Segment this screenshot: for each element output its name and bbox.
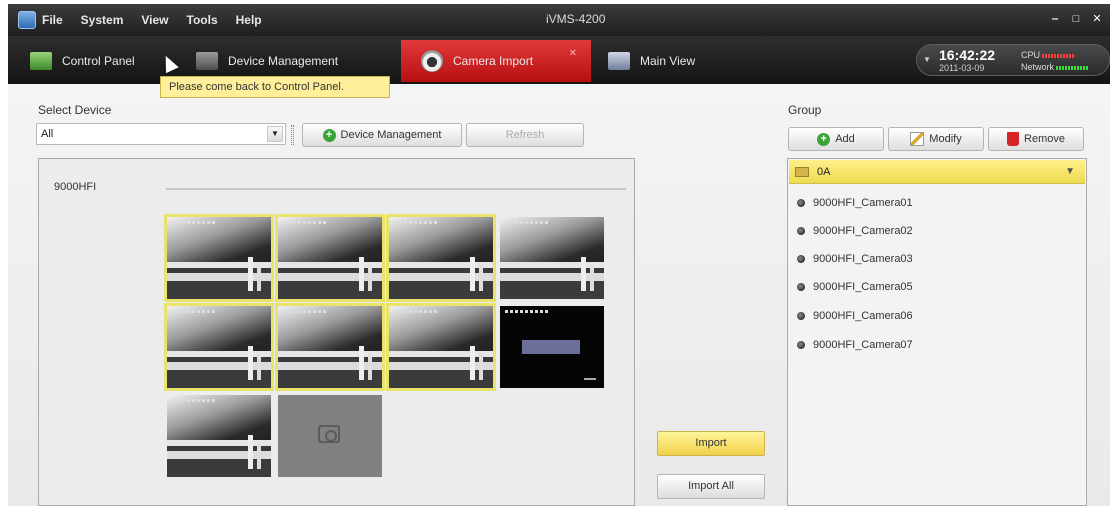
toolbar-separator [291,125,294,145]
camera-thumbnail[interactable] [167,395,271,477]
network-meter: Network [1021,62,1089,72]
cpu-meter: CPU [1021,50,1075,60]
menu-system[interactable]: System [81,13,124,27]
tab-label: Camera Import [453,54,534,68]
tab-label: Device Management [228,54,339,68]
chevron-down-icon[interactable]: ▼ [267,126,283,142]
menu-view[interactable]: View [141,13,168,27]
status-clock: ▼ 16:42:22 2011-03-09 CPU Network [916,44,1110,76]
camera-dot-icon [797,199,805,207]
tab-camera-import[interactable]: Camera Import ✕ [401,40,591,82]
clock-time: 16:42:22 [939,47,996,63]
camera-thumbnail[interactable] [500,217,604,299]
device-management-button[interactable]: + Device Management [302,123,462,147]
camera-thumbnail[interactable] [164,303,274,391]
modify-group-button[interactable]: Modify [888,127,984,151]
tab-label: Control Panel [62,54,135,68]
menu-bar: File System View Tools Help iVMS-4200 ‒ … [8,4,1110,36]
camera-icon [318,425,340,443]
device-management-button-label: Device Management [340,129,442,141]
tab-label: Main View [640,54,696,68]
minimize-button[interactable]: ‒ [1046,10,1064,28]
add-icon: + [817,132,831,146]
camera-thumbnail-empty[interactable] [278,395,382,477]
group-camera-item[interactable]: 9000HFI_Camera07 [797,336,913,354]
device-name: 9000HFI [54,181,97,193]
edit-icon [910,132,925,146]
camera-thumbnail-no-video[interactable] [500,306,604,388]
group-camera-item[interactable]: 9000HFI_Camera05 [797,278,913,296]
remove-button-label: Remove [1024,133,1065,145]
camera-thumbnail[interactable] [386,303,496,391]
camera-thumbnail[interactable] [275,214,385,302]
camera-name: 9000HFI_Camera05 [813,281,913,293]
no-video-overlay [522,340,580,354]
camera-name: 9000HFI_Camera03 [813,253,913,265]
modify-button-label: Modify [929,133,962,145]
tab-control-panel[interactable]: Control Panel [30,40,180,82]
add-group-button[interactable]: + Add [788,127,884,151]
camera-name: 9000HFI_Camera07 [813,339,913,351]
device-select-value: All [41,128,54,140]
refresh-button[interactable]: Refresh [466,123,584,147]
cpu-label: CPU [1021,50,1041,60]
control-panel-icon [30,52,52,70]
camera-thumbnail[interactable] [164,214,274,302]
group-label: Group [788,103,822,117]
group-camera-item[interactable]: 9000HFI_Camera02 [797,222,913,240]
group-camera-item[interactable]: 9000HFI_Camera03 [797,250,913,268]
camera-dot-icon [797,227,805,235]
select-device-label: Select Device [38,103,112,117]
group-camera-item[interactable]: 9000HFI_Camera06 [797,307,913,325]
window-title: iVMS-4200 [546,12,606,26]
camera-dot-icon [797,255,805,263]
add-button-label: Add [835,133,855,145]
divider [166,188,626,190]
camera-dot-icon [797,283,805,291]
menu-tools[interactable]: Tools [187,13,218,27]
chevron-down-icon[interactable]: ▼ [923,55,931,64]
maximize-button[interactable]: □ [1067,10,1085,28]
group-header[interactable]: 0A ▼ [789,160,1085,184]
app-logo-icon [18,11,36,29]
menu-help[interactable]: Help [236,13,262,27]
camera-icon [421,50,443,72]
camera-thumbnail[interactable] [275,303,385,391]
tooltip: Please come back to Control Panel. [160,76,390,98]
menu-file[interactable]: File [42,13,63,27]
tab-main-view[interactable]: Main View [596,40,736,82]
device-management-icon [196,52,218,70]
import-button[interactable]: Import [657,431,765,456]
camera-thumbnail[interactable] [386,214,496,302]
camera-dot-icon [797,341,805,349]
clock-date: 2011-03-09 [939,63,985,73]
device-select[interactable]: All ▼ [36,123,286,145]
close-button[interactable]: ✕ [1088,10,1106,28]
monitor-icon [608,52,630,70]
import-all-button[interactable]: Import All [657,474,765,499]
chevron-down-icon[interactable]: ▼ [1065,160,1075,184]
network-label: Network [1021,62,1055,72]
add-icon: + [322,128,336,142]
refresh-button-label: Refresh [505,129,545,141]
tab-close-icon[interactable]: ✕ [569,48,577,59]
group-camera-item[interactable]: 9000HFI_Camera01 [797,194,913,212]
camera-name: 9000HFI_Camera02 [813,225,913,237]
folder-icon [795,167,809,177]
camera-dot-icon [797,312,805,320]
remove-group-button[interactable]: Remove [988,127,1084,151]
group-name: 0A [817,166,831,178]
camera-name: 9000HFI_Camera06 [813,310,913,322]
trash-icon [1007,132,1020,146]
camera-name: 9000HFI_Camera01 [813,197,913,209]
